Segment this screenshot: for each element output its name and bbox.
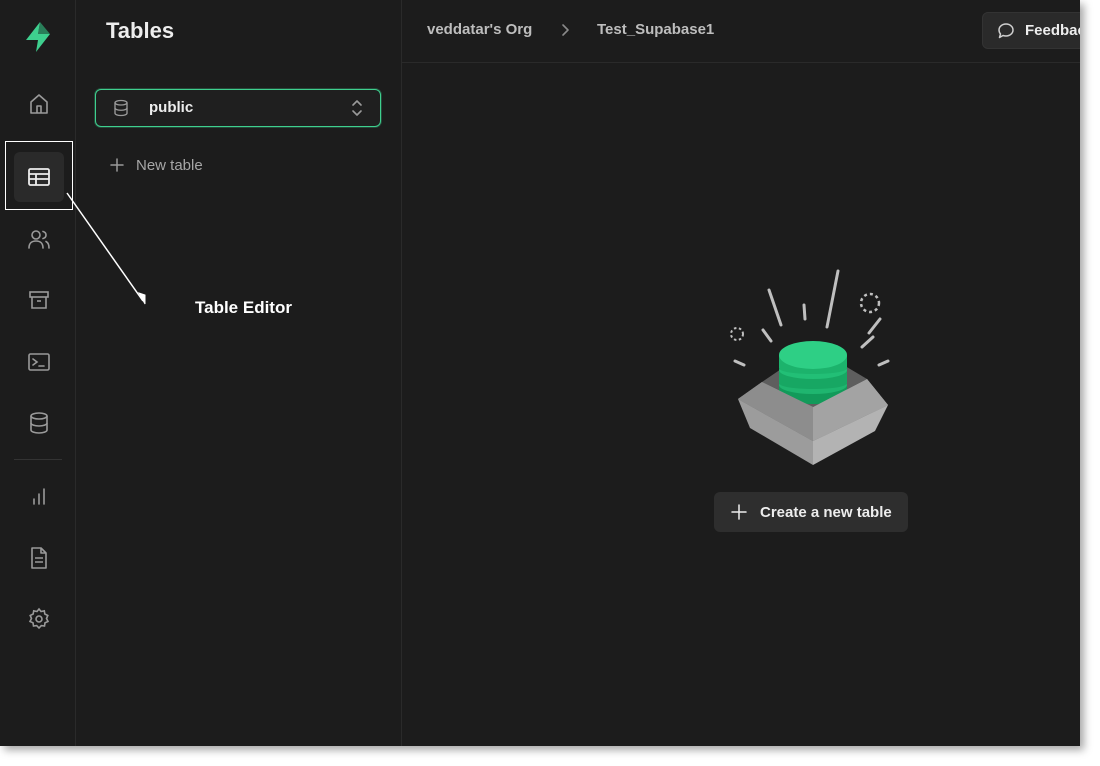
empty-state-box-icon bbox=[730, 269, 890, 465]
top-bar: veddatar's Org Test_Supabase1 Feedback bbox=[401, 0, 1080, 63]
archive-icon bbox=[29, 291, 49, 309]
nav-settings[interactable] bbox=[14, 594, 64, 644]
nav-authentication[interactable] bbox=[14, 214, 64, 264]
nav-storage[interactable] bbox=[14, 275, 64, 325]
document-icon bbox=[31, 547, 47, 569]
home-icon bbox=[30, 94, 48, 114]
database-icon bbox=[30, 412, 48, 434]
new-table-label: New table bbox=[136, 156, 203, 174]
create-new-table-button[interactable]: Create a new table bbox=[714, 492, 908, 532]
nav-sql-editor[interactable] bbox=[14, 337, 64, 387]
nav-divider bbox=[14, 459, 62, 460]
feedback-label: Feedback bbox=[1025, 22, 1080, 39]
breadcrumb-project[interactable]: Test_Supabase1 bbox=[597, 21, 714, 38]
supabase-logo-icon[interactable] bbox=[21, 20, 55, 54]
gear-icon bbox=[28, 607, 50, 630]
nav-rail bbox=[0, 0, 76, 746]
database-icon bbox=[114, 99, 128, 117]
annotation-highlight-box bbox=[5, 141, 73, 210]
chevron-up-down-icon bbox=[352, 100, 362, 116]
annotation-label: Table Editor bbox=[195, 298, 292, 317]
app-window: Tables public New table veddatar's Org T… bbox=[0, 0, 1080, 746]
nav-api-docs[interactable] bbox=[14, 533, 64, 583]
tables-sidebar: Tables public New table bbox=[76, 0, 402, 746]
new-table-button[interactable]: New table bbox=[110, 155, 203, 175]
create-new-table-label: Create a new table bbox=[760, 503, 892, 521]
schema-selector-value: public bbox=[149, 99, 194, 116]
nav-database[interactable] bbox=[14, 398, 64, 448]
speech-bubble-icon bbox=[998, 22, 1014, 38]
feedback-button[interactable]: Feedback bbox=[982, 12, 1080, 49]
users-icon bbox=[28, 230, 50, 249]
plus-icon bbox=[110, 158, 124, 172]
plus-icon bbox=[731, 504, 747, 520]
nav-home[interactable] bbox=[14, 79, 64, 129]
chevron-right-icon bbox=[562, 24, 569, 36]
terminal-icon bbox=[28, 353, 50, 371]
sidebar-title: Tables bbox=[106, 18, 175, 43]
bar-chart-icon bbox=[33, 488, 45, 505]
nav-reports[interactable] bbox=[14, 471, 64, 521]
breadcrumb-org[interactable]: veddatar's Org bbox=[427, 21, 532, 38]
schema-selector[interactable]: public bbox=[95, 89, 381, 127]
